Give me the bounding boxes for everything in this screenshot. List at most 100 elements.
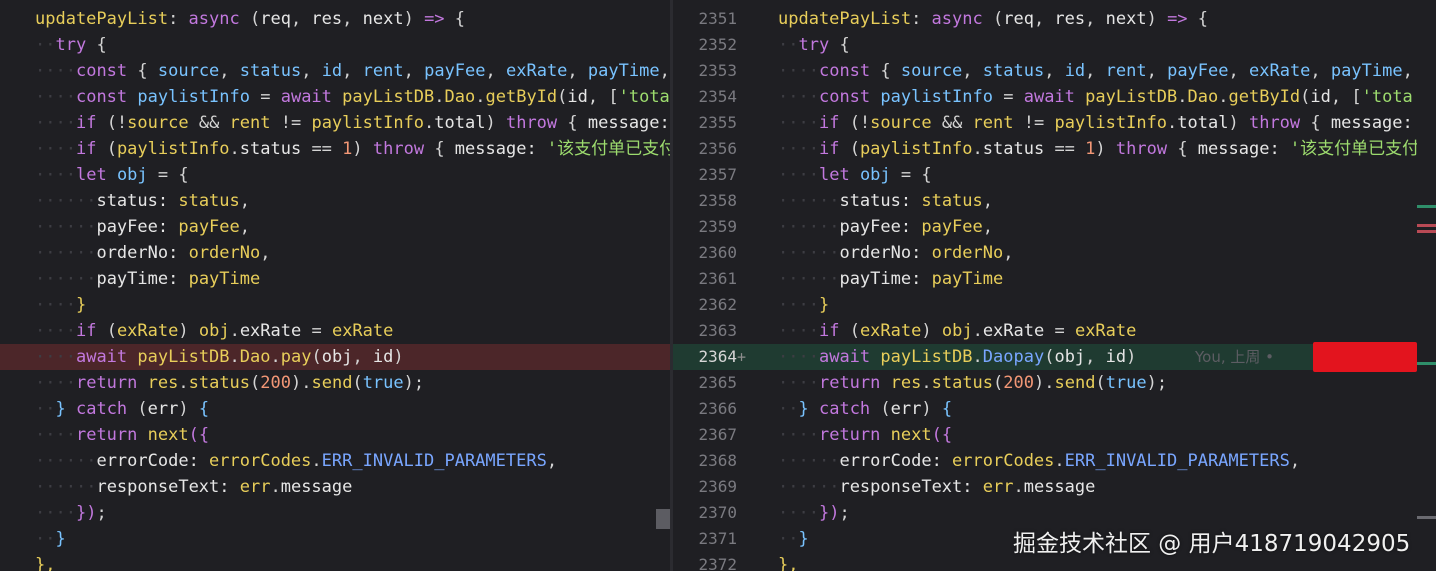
code-token: ( [870, 399, 891, 419]
code-line[interactable]: 2367 ····return next({ [673, 422, 1417, 448]
code-line[interactable]: ····return res.status(200).send(true); [0, 370, 670, 396]
removed-code-line[interactable]: ····await payListDB.Dao.pay(obj, id) [0, 344, 670, 370]
left-diff-pane[interactable]: updatePayList: async (req, res, next) =>… [0, 0, 670, 571]
indent-guide: ·· [818, 477, 840, 497]
code-line[interactable]: 2368 ······errorCode: errorCodes.ERR_INVA… [673, 448, 1417, 474]
code-line[interactable]: ····const { source, status, id, rent, pa… [0, 58, 670, 84]
code-token: message: [1330, 113, 1413, 133]
code-line[interactable]: ····const paylistInfo = await payListDB.… [0, 84, 670, 110]
code-token: , [1085, 9, 1106, 29]
code-line[interactable]: ··} catch (err) { [0, 396, 670, 422]
code-line[interactable]: ······responseText: err.message [0, 474, 670, 500]
indent-guide: ·· [35, 165, 56, 185]
code-line[interactable]: 2359 ······payFee: payFee, [673, 214, 1417, 240]
code-text: ······responseText: err.message [778, 474, 1095, 500]
code-line[interactable]: 2366 ··} catch (err) { [673, 396, 1417, 422]
code-token: payFee: [96, 217, 179, 237]
code-line[interactable]: 2369 ······responseText: err.message [673, 474, 1417, 500]
code-line[interactable]: 2361 ······payTime: payTime [673, 266, 1417, 292]
code-line[interactable]: ··try { [0, 32, 670, 58]
code-line[interactable]: ······orderNo: orderNo, [0, 240, 670, 266]
code-token: exRate [239, 321, 302, 341]
code-token: . [1054, 451, 1065, 471]
added-code-line[interactable]: 2364 + ····await payListDB.Daopay(obj, id)… [673, 342, 1417, 372]
code-line[interactable]: 2351 updatePayList: async (req, res, next… [673, 6, 1417, 32]
code-line[interactable]: 2358 ······status: status, [673, 188, 1417, 214]
code-line[interactable]: ····}); [0, 500, 670, 526]
code-token: status [178, 191, 240, 211]
code-token: message: [1197, 139, 1290, 159]
code-line[interactable]: 2356 ····if (paylistInfo.status == 1) thr… [673, 136, 1417, 162]
code-line[interactable]: 2362 ····} [673, 292, 1417, 318]
code-token: obj [198, 321, 230, 341]
code-token: payTime [587, 61, 660, 81]
code-line[interactable]: ····if (!source && rent != paylistInfo.t… [0, 110, 670, 136]
right-diff-pane[interactable]: 2351 updatePayList: async (req, res, next… [673, 0, 1417, 571]
code-token: err [982, 477, 1014, 497]
code-line[interactable]: ··} [0, 526, 670, 552]
code-text: ····return res.status(200).send(true); [35, 370, 424, 396]
code-token: obj [321, 347, 353, 367]
code-text: ····}); [778, 500, 850, 526]
code-line[interactable]: 2355 ····if (!source && rent != paylistIn… [673, 110, 1417, 136]
code-text: ····} [35, 292, 86, 318]
code-line[interactable]: ····let obj = { [0, 162, 670, 188]
code-token: paylistInfo [1054, 113, 1168, 133]
indent-guide: ·· [798, 191, 819, 211]
code-line[interactable]: ······payTime: payTime [0, 266, 670, 292]
code-token: payFee [921, 217, 983, 237]
code-token: obj [1054, 347, 1086, 367]
code-token: status [931, 373, 994, 393]
indent-guide: ·· [35, 35, 56, 55]
code-line[interactable]: 2352 ··try { [673, 32, 1417, 58]
code-line[interactable]: 2365 ····return res.status(200).send(true… [673, 370, 1417, 396]
code-line[interactable]: ····} [0, 292, 670, 318]
code-token: ({ [188, 425, 210, 445]
indent-guide: ·· [35, 269, 56, 289]
code-line[interactable]: 2360 ······orderNo: orderNo, [673, 240, 1417, 266]
code-line[interactable]: ····if (paylistInfo.status == 1) throw {… [0, 136, 670, 162]
code-token: = { [147, 165, 189, 185]
code-token: req [1003, 9, 1034, 29]
code-token: . [229, 347, 240, 367]
code-token: ) [352, 139, 373, 159]
code-text: ····return res.status(200).send(true); [778, 370, 1167, 396]
code-token: (! [839, 113, 871, 133]
code-token: ). [1034, 373, 1055, 393]
line-number: 2360 [698, 243, 737, 262]
code-line[interactable]: ······status: status, [0, 188, 670, 214]
code-line[interactable]: ······payFee: payFee, [0, 214, 670, 240]
code-line[interactable]: 2357 ····let obj = { [673, 162, 1417, 188]
code-token: status [188, 373, 251, 393]
ruler-removed-marker [1417, 224, 1436, 227]
code-text: updatePayList: async (req, res, next) =>… [778, 6, 1208, 32]
code-line[interactable]: }, [0, 552, 670, 571]
code-token: . [270, 477, 281, 497]
code-token: async [188, 9, 240, 29]
code-token: ( [127, 399, 148, 419]
code-line[interactable]: ····return next({ [0, 422, 670, 448]
code-token: , [260, 243, 271, 263]
code-line[interactable]: ····if (exRate) obj.exRate = exRate [0, 318, 670, 344]
code-token: . [424, 113, 435, 133]
indent-guide: ·· [818, 451, 840, 471]
code-token: message [280, 477, 353, 497]
code-token: { [1167, 139, 1198, 159]
code-line[interactable]: 2363 ····if (exRate) obj.exRate = exRate [673, 318, 1417, 344]
right-code-lines: 2351 updatePayList: async (req, res, next… [673, 6, 1417, 571]
code-token: paylistInfo [859, 139, 973, 159]
code-token: payFee: [839, 217, 922, 237]
overview-ruler[interactable] [1417, 0, 1436, 571]
code-token: let [75, 165, 107, 185]
code-line[interactable]: 2353 ····const { source, status, id, rent… [673, 58, 1417, 84]
code-line[interactable]: ······errorCode: errorCodes.ERR_INVALID_… [0, 448, 670, 474]
code-line[interactable]: 2354 ····const paylistInfo = await payLis… [673, 84, 1417, 110]
code-text: ····} [778, 292, 829, 318]
code-line[interactable]: updatePayList: async (req, res, next) =>… [0, 6, 670, 32]
indent-guide: ·· [35, 399, 56, 419]
code-token: , [485, 61, 506, 81]
code-line[interactable]: 2370 ····}); [673, 500, 1417, 526]
left-scrollbar-thumb[interactable] [656, 509, 670, 529]
code-token: throw [1115, 139, 1168, 159]
